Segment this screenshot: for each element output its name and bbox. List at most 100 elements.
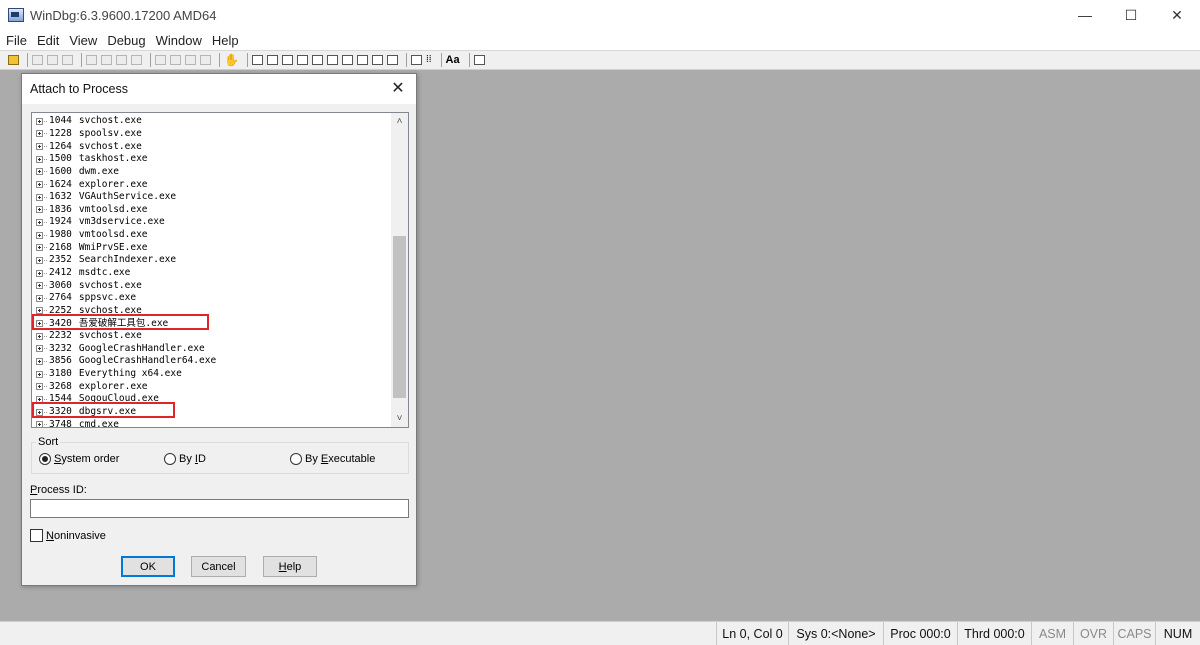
process-row[interactable]: 1264 svchost.exe bbox=[36, 140, 390, 153]
process-row[interactable]: 1044 svchost.exe bbox=[36, 115, 390, 128]
cut-icon[interactable] bbox=[32, 55, 43, 65]
process-row[interactable]: 2232 svchost.exe bbox=[36, 330, 390, 343]
expand-plus-icon[interactable] bbox=[36, 218, 43, 226]
process-row[interactable]: 1980 vmtoolsd.exe bbox=[36, 229, 390, 242]
process-row[interactable]: 3268 explorer.exe bbox=[36, 380, 390, 393]
expand-plus-icon[interactable] bbox=[36, 320, 43, 328]
minimize-button[interactable]: — bbox=[1062, 0, 1108, 30]
restart-icon[interactable] bbox=[101, 55, 112, 65]
process-row[interactable]: 1632 VGAuthService.exe bbox=[36, 191, 390, 204]
process-row[interactable]: 3748 cmd.exe bbox=[36, 418, 390, 427]
expand-plus-icon[interactable] bbox=[36, 383, 43, 391]
process-row[interactable]: 2412 msdtc.exe bbox=[36, 267, 390, 280]
run-to-cursor-icon[interactable] bbox=[200, 55, 211, 65]
watch-window-icon[interactable] bbox=[266, 55, 278, 65]
process-row[interactable]: 1228 spoolsv.exe bbox=[36, 128, 390, 141]
expand-plus-icon[interactable] bbox=[36, 294, 43, 302]
expand-plus-icon[interactable] bbox=[36, 345, 43, 353]
expand-plus-icon[interactable] bbox=[36, 244, 43, 252]
go-icon[interactable] bbox=[86, 55, 97, 65]
process-row[interactable]: 1836 vmtoolsd.exe bbox=[36, 203, 390, 216]
expand-plus-icon[interactable] bbox=[36, 370, 43, 378]
detach-icon[interactable] bbox=[131, 55, 142, 65]
cancel-button[interactable]: Cancel bbox=[191, 556, 246, 577]
process-row[interactable]: 3232 GoogleCrashHandler.exe bbox=[36, 343, 390, 356]
locals-window-icon[interactable] bbox=[281, 55, 293, 65]
radio-by-id[interactable]: By ID bbox=[164, 453, 206, 465]
menu-edit[interactable]: Edit bbox=[33, 33, 63, 48]
step-out-icon[interactable] bbox=[185, 55, 196, 65]
noninvasive-checkbox[interactable] bbox=[30, 529, 43, 542]
process-row[interactable]: 2252 svchost.exe bbox=[36, 305, 390, 318]
step-over-icon[interactable] bbox=[170, 55, 181, 65]
process-row[interactable]: 3856 GoogleCrashHandler64.exe bbox=[36, 355, 390, 368]
radio-system-order[interactable]: System order bbox=[39, 453, 119, 465]
source-mode-icon[interactable] bbox=[386, 55, 398, 65]
scroll-down-icon[interactable]: ˅ bbox=[391, 410, 408, 427]
expand-plus-icon[interactable] bbox=[36, 395, 43, 403]
expand-plus-icon[interactable] bbox=[36, 282, 43, 290]
radio-by-executable-circle[interactable] bbox=[290, 453, 302, 465]
process-row[interactable]: 1600 dwm.exe bbox=[36, 166, 390, 179]
paste-icon[interactable] bbox=[62, 55, 73, 65]
maximize-button[interactable]: ☐ bbox=[1108, 0, 1154, 30]
scratch-pad-icon[interactable] bbox=[356, 55, 368, 65]
font-icon[interactable]: Aa bbox=[446, 55, 460, 66]
expand-plus-icon[interactable] bbox=[36, 181, 43, 189]
process-row[interactable]: 1924 vm3dservice.exe bbox=[36, 216, 390, 229]
process-tree-list[interactable]: 1044 svchost.exe 1228 spoolsv.exe 1264 svchos… bbox=[31, 112, 409, 428]
menu-help[interactable]: Help bbox=[208, 33, 243, 48]
menu-file[interactable]: File bbox=[0, 33, 31, 48]
process-row[interactable]: 2352 SearchIndexer.exe bbox=[36, 254, 390, 267]
expand-plus-icon[interactable] bbox=[36, 408, 43, 416]
hex-mode-icon[interactable]: ⁞⁞ bbox=[426, 55, 432, 65]
radio-by-executable[interactable]: By Executable bbox=[290, 453, 375, 465]
process-row[interactable]: 1624 explorer.exe bbox=[36, 178, 390, 191]
process-row[interactable]: 3420 吾爱破解工具包.exe bbox=[36, 317, 390, 330]
expand-plus-icon[interactable] bbox=[36, 206, 43, 214]
expand-plus-icon[interactable] bbox=[36, 143, 43, 151]
help-button[interactable]: Help bbox=[263, 556, 317, 577]
ok-button[interactable]: OK bbox=[121, 556, 175, 577]
vertical-scrollbar[interactable]: ˄ ˅ bbox=[391, 113, 408, 427]
process-row[interactable]: 3320 dbgsrv.exe bbox=[36, 406, 390, 419]
radio-system-order-circle[interactable] bbox=[39, 453, 51, 465]
expand-plus-icon[interactable] bbox=[36, 130, 43, 138]
noninvasive-checkbox-row[interactable]: Noninvasive bbox=[30, 529, 106, 542]
expand-plus-icon[interactable] bbox=[36, 117, 43, 125]
expand-plus-icon[interactable] bbox=[36, 193, 43, 201]
expand-plus-icon[interactable] bbox=[36, 155, 43, 163]
process-row[interactable]: 2168 WmiPrvSE.exe bbox=[36, 241, 390, 254]
registers-window-icon[interactable] bbox=[296, 55, 308, 65]
stop-debugging-icon[interactable] bbox=[116, 55, 127, 65]
menu-window[interactable]: Window bbox=[152, 33, 206, 48]
process-row[interactable]: 3180 Everything x64.exe bbox=[36, 368, 390, 381]
scroll-up-icon[interactable]: ˄ bbox=[391, 113, 408, 130]
scrollbar-thumb[interactable] bbox=[393, 236, 406, 398]
expand-plus-icon[interactable] bbox=[36, 256, 43, 264]
processes-threads-icon[interactable] bbox=[371, 55, 383, 65]
open-folder-icon[interactable] bbox=[8, 55, 19, 65]
process-id-input[interactable] bbox=[30, 499, 409, 518]
options-icon[interactable] bbox=[473, 55, 485, 65]
break-hand-icon[interactable]: ✋ bbox=[224, 54, 239, 66]
expand-plus-icon[interactable] bbox=[36, 269, 43, 277]
call-stack-window-icon[interactable] bbox=[326, 55, 338, 65]
memory-window-icon[interactable] bbox=[311, 55, 323, 65]
dialog-close-icon[interactable]: ✕ bbox=[388, 78, 408, 100]
copy-icon[interactable] bbox=[47, 55, 58, 65]
process-row[interactable]: 1544 SogouCloud.exe bbox=[36, 393, 390, 406]
expand-plus-icon[interactable] bbox=[36, 421, 43, 427]
menu-view[interactable]: View bbox=[65, 33, 101, 48]
disassembly-window-icon[interactable] bbox=[341, 55, 353, 65]
source-mode-toggle-icon[interactable] bbox=[410, 55, 422, 65]
expand-plus-icon[interactable] bbox=[36, 168, 43, 176]
process-row[interactable]: 3060 svchost.exe bbox=[36, 279, 390, 292]
step-into-icon[interactable] bbox=[155, 55, 166, 65]
expand-plus-icon[interactable] bbox=[36, 357, 43, 365]
expand-plus-icon[interactable] bbox=[36, 332, 43, 340]
process-row[interactable]: 2764 sppsvc.exe bbox=[36, 292, 390, 305]
close-window-button[interactable]: ✕ bbox=[1154, 0, 1200, 30]
menu-debug[interactable]: Debug bbox=[103, 33, 149, 48]
expand-plus-icon[interactable] bbox=[36, 307, 43, 315]
